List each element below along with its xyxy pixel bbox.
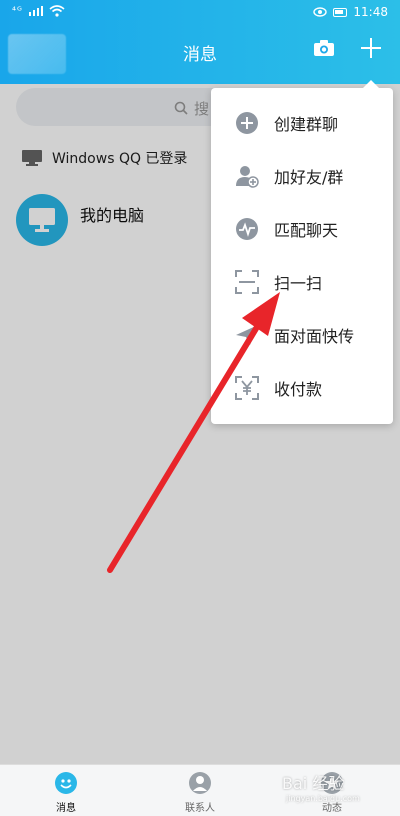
battery-icon xyxy=(333,7,348,17)
menu-item-scan[interactable]: 扫一扫 xyxy=(211,255,393,308)
menu-item-label: 创建群聊 xyxy=(274,114,339,134)
scan-icon xyxy=(235,269,259,294)
status-bar: ⁴ᴳ 11:48 xyxy=(0,0,400,26)
watermark-subtext: jingyan.baidu.com xyxy=(286,794,360,803)
menu-item-create-group[interactable]: 创建群聊 xyxy=(211,96,393,149)
plus-circle-icon xyxy=(236,111,258,134)
eye-icon xyxy=(313,7,328,17)
plus-icon[interactable] xyxy=(361,38,381,58)
signal-icon xyxy=(28,6,43,16)
menu-item-label: 收付款 xyxy=(274,379,323,399)
tab-label: 消息 xyxy=(56,803,76,814)
signal-text: ⁴ᴳ xyxy=(12,5,23,17)
header-bar: ⁴ᴳ 11:48 消息 xyxy=(0,0,400,84)
match-chat-icon xyxy=(236,217,258,240)
tab-messages[interactable]: 消息 xyxy=(26,765,106,816)
page-title: 消息 xyxy=(183,45,217,65)
menu-item-face-to-face[interactable]: 面对面快传 xyxy=(211,308,393,361)
menu-item-match-chat[interactable]: 匹配聊天 xyxy=(211,202,393,255)
plus-dropdown-menu: 创建群聊 加好友/群 匹配聊天 扫一扫 面对面快传 收付款 xyxy=(211,80,393,424)
status-time: 11:48 xyxy=(353,5,388,19)
watermark-text: Bai 经验 xyxy=(282,774,345,793)
qq-penguin-icon xyxy=(55,772,77,794)
yuan-icon xyxy=(235,375,259,400)
camera-icon[interactable] xyxy=(314,40,334,56)
menu-item-label: 加好友/群 xyxy=(274,167,344,187)
add-friend-icon xyxy=(236,165,259,188)
tab-contacts[interactable]: 联系人 xyxy=(160,765,240,816)
menu-item-add-friend[interactable]: 加好友/群 xyxy=(211,149,393,202)
menu-item-label: 面对面快传 xyxy=(274,326,355,346)
tab-label: 联系人 xyxy=(185,803,215,814)
contacts-icon xyxy=(189,772,211,794)
menu-item-label: 匹配聊天 xyxy=(274,220,339,240)
wifi-icon xyxy=(49,5,65,17)
baidu-watermark: Bai 经验 jingyan.baidu.com xyxy=(282,770,392,806)
menu-item-payment[interactable]: 收付款 xyxy=(211,361,393,414)
send-plane-icon xyxy=(236,324,258,345)
menu-item-label: 扫一扫 xyxy=(274,273,323,293)
